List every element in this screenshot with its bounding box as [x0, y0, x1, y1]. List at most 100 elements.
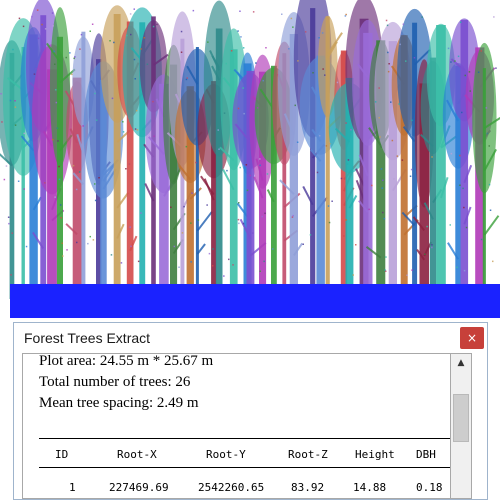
- cloud-point: [94, 199, 97, 202]
- cloud-point: [347, 159, 350, 161]
- cloud-point: [371, 184, 373, 187]
- cloud-point: [41, 23, 43, 26]
- cloud-point: [130, 245, 132, 248]
- cloud-point: [54, 196, 56, 198]
- cloud-point: [206, 204, 208, 206]
- close-button[interactable]: ×: [460, 327, 484, 349]
- cloud-point: [225, 62, 227, 65]
- cloud-point: [388, 63, 390, 65]
- cloud-point: [424, 253, 426, 255]
- cloud-point: [66, 249, 68, 251]
- cloud-point: [456, 266, 458, 269]
- cloud-point: [52, 138, 54, 141]
- cloud-point: [211, 265, 214, 267]
- cloud-point: [263, 260, 265, 263]
- cloud-point: [480, 50, 482, 52]
- cloud-point: [191, 192, 193, 194]
- cloud-point: [294, 104, 296, 107]
- cloud-point: [218, 148, 220, 150]
- cloud-point: [396, 155, 399, 157]
- cloud-point: [207, 41, 209, 43]
- cloud-point: [492, 260, 494, 263]
- cloud-point: [316, 171, 319, 174]
- cloud-point: [126, 34, 128, 37]
- cloud-point: [195, 161, 197, 164]
- cloud-point: [133, 8, 135, 10]
- cloud-point: [382, 211, 384, 214]
- cloud-point: [190, 261, 192, 263]
- cloud-point: [54, 63, 56, 65]
- cloud-point: [252, 232, 254, 234]
- cloud-point: [82, 125, 84, 127]
- cloud-point: [23, 132, 25, 135]
- cloud-point: [134, 78, 136, 80]
- scrollbar-thumb[interactable]: [453, 394, 469, 442]
- column-header-root-x: Root-X: [117, 448, 157, 461]
- cloud-point: [8, 222, 10, 225]
- cloud-point: [264, 212, 266, 215]
- cloud-point: [136, 129, 139, 131]
- cloud-point: [230, 50, 233, 52]
- cloud-point: [120, 262, 123, 264]
- cloud-point: [462, 187, 464, 190]
- cloud-point: [368, 208, 370, 211]
- cloud-point: [398, 103, 400, 105]
- cloud-point: [327, 205, 330, 207]
- cloud-point: [140, 48, 142, 50]
- cloud-point: [61, 242, 63, 244]
- cloud-point: [137, 260, 140, 263]
- forest-trees-extract-dialog: Forest Trees Extract × Plot area: 24.55 …: [13, 322, 488, 500]
- cloud-point: [385, 270, 387, 272]
- cloud-point: [329, 143, 331, 145]
- cloud-point: [402, 23, 405, 25]
- cloud-point: [331, 200, 333, 202]
- cloud-point: [391, 139, 394, 142]
- cloud-point: [23, 188, 25, 190]
- cloud-point: [344, 15, 347, 17]
- dialog-titlebar[interactable]: Forest Trees Extract ×: [14, 323, 487, 353]
- cloud-point: [468, 71, 471, 73]
- cloud-point: [243, 112, 245, 115]
- results-text-area[interactable]: Plot area: 24.55 m * 25.67 m Total numbe…: [22, 353, 450, 499]
- column-header-dbh: DBH: [416, 448, 436, 461]
- vertical-scrollbar[interactable]: ▲: [450, 353, 472, 499]
- cloud-point: [143, 37, 146, 39]
- cloud-point: [9, 99, 12, 102]
- mean-spacing-text: Mean tree spacing: 2.49 m: [39, 395, 199, 411]
- cloud-point: [406, 274, 408, 276]
- cloud-point: [1, 121, 3, 123]
- cloud-point: [296, 141, 299, 143]
- table-cell-id: 1: [69, 481, 76, 494]
- cloud-point: [57, 140, 59, 142]
- cloud-point: [170, 206, 172, 208]
- cloud-point: [463, 269, 466, 272]
- scroll-up-arrow-icon[interactable]: ▲: [451, 354, 471, 372]
- cloud-point: [387, 51, 389, 54]
- cloud-point: [346, 163, 349, 165]
- cloud-point: [381, 187, 383, 189]
- cloud-point: [135, 109, 138, 112]
- close-icon: ×: [466, 331, 478, 345]
- cloud-point: [259, 158, 261, 160]
- cloud-point: [345, 219, 347, 221]
- cloud-point: [232, 264, 234, 266]
- point-cloud-tree-visualization: [0, 0, 500, 318]
- cloud-point: [242, 87, 244, 89]
- cloud-point: [178, 266, 180, 268]
- cloud-point: [113, 41, 115, 44]
- cloud-point: [390, 101, 392, 103]
- cloud-point: [449, 224, 451, 226]
- cloud-point: [288, 48, 290, 50]
- cloud-point: [469, 90, 471, 92]
- cloud-point: [71, 73, 73, 76]
- cloud-point: [386, 24, 389, 27]
- cloud-point: [378, 117, 380, 119]
- column-header-root-y: Root-Y: [206, 448, 246, 461]
- cloud-point: [58, 165, 60, 168]
- column-header-height: Height: [355, 448, 395, 461]
- cloud-point: [383, 217, 386, 220]
- cloud-point: [14, 106, 17, 108]
- cloud-point: [185, 145, 188, 148]
- cloud-point: [76, 241, 78, 244]
- tree-count-text: Total number of trees: 26: [39, 374, 191, 390]
